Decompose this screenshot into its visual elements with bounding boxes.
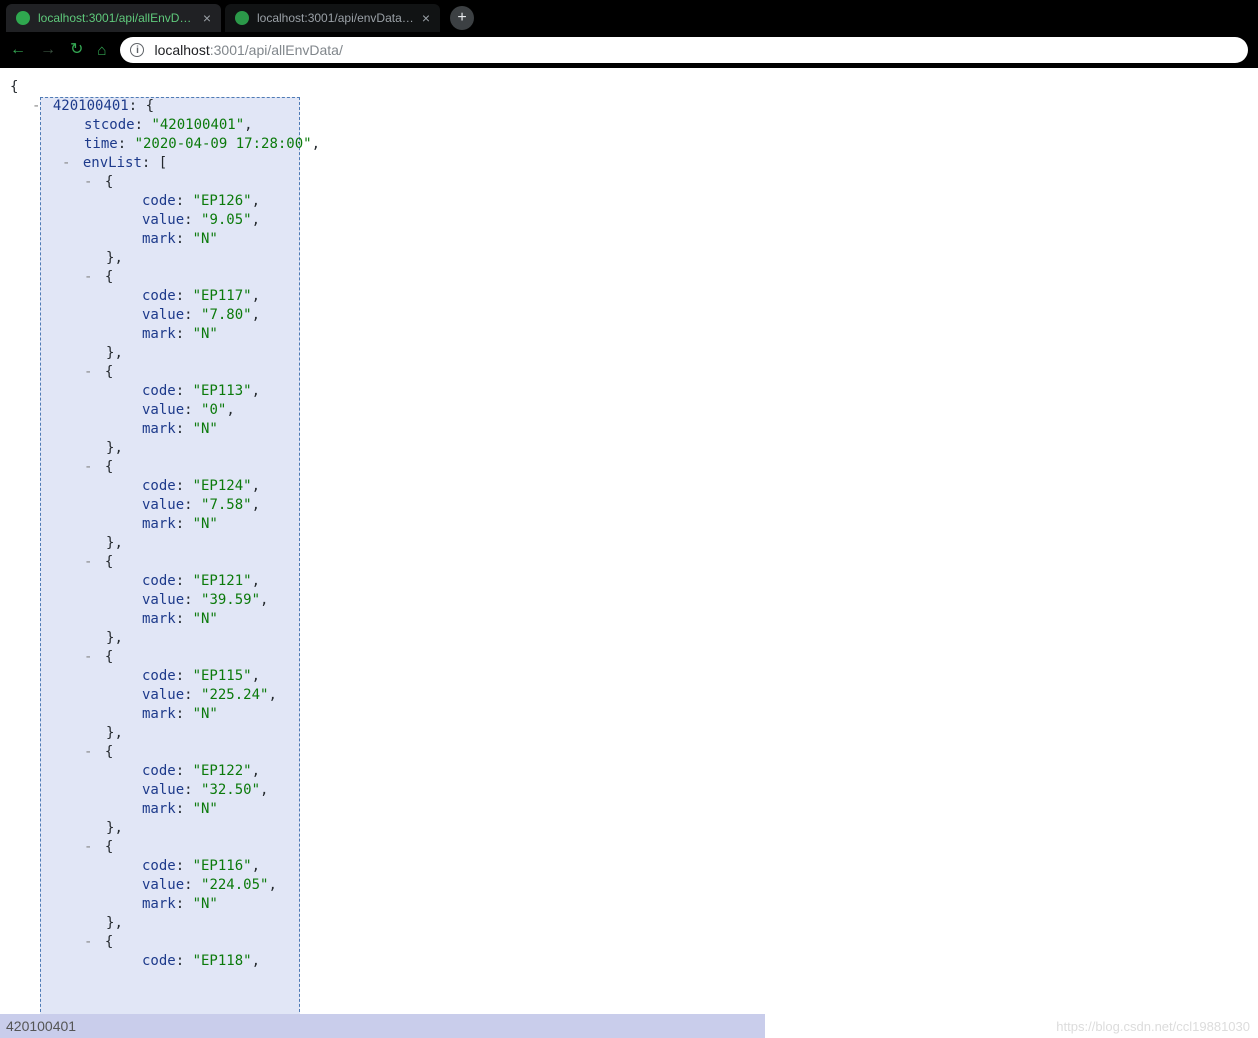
watermark: https://blog.csdn.net/ccl19881030 (1056, 1019, 1250, 1034)
collapse-icon[interactable]: - (62, 155, 70, 171)
collapse-icon[interactable]: - (84, 364, 92, 380)
json-object-key[interactable]: - 420100401: { (10, 97, 1258, 116)
tab-title: localhost:3001/api/envData/4… (257, 11, 414, 25)
json-property: code: "EP121", (10, 572, 1258, 591)
back-button[interactable]: ← (10, 42, 26, 58)
site-info-icon[interactable]: i (130, 43, 144, 57)
json-property: mark: "N" (10, 230, 1258, 249)
json-property: time: "2020-04-09 17:28:00", (10, 135, 1258, 154)
close-icon[interactable]: × (422, 11, 430, 25)
collapse-icon[interactable]: - (84, 649, 92, 665)
json-array-key[interactable]: - envList: [ (10, 154, 1258, 173)
json-brace-close: }, (10, 724, 1258, 743)
json-property: value: "7.80", (10, 306, 1258, 325)
json-property: code: "EP115", (10, 667, 1258, 686)
json-array-item[interactable]: - { (10, 553, 1258, 572)
json-brace-close: }, (10, 249, 1258, 268)
collapse-icon[interactable]: - (84, 839, 92, 855)
json-brace-close: }, (10, 629, 1258, 648)
url-host: localhost (154, 42, 209, 58)
globe-icon (16, 11, 30, 25)
tab-active[interactable]: localhost:3001/api/allEnvData/ × (6, 4, 221, 32)
json-array-item[interactable]: - { (10, 458, 1258, 477)
json-property: mark: "N" (10, 515, 1258, 534)
url-path: /api/allEnvData/ (245, 42, 343, 58)
tab-title: localhost:3001/api/allEnvData/ (38, 11, 195, 25)
json-brace-open: { (10, 78, 1258, 97)
json-property: value: "7.58", (10, 496, 1258, 515)
reload-button[interactable]: ↻ (70, 42, 83, 58)
json-property: code: "EP117", (10, 287, 1258, 306)
json-brace-close: }, (10, 534, 1258, 553)
json-property: code: "EP113", (10, 382, 1258, 401)
json-array-item[interactable]: - { (10, 933, 1258, 952)
browser-tabstrip: localhost:3001/api/allEnvData/ × localho… (0, 0, 1258, 32)
collapse-icon[interactable]: - (84, 554, 92, 570)
globe-icon (235, 11, 249, 25)
json-property: mark: "N" (10, 325, 1258, 344)
json-property: mark: "N" (10, 610, 1258, 629)
json-property: value: "225.24", (10, 686, 1258, 705)
json-property: stcode: "420100401", (10, 116, 1258, 135)
json-property: mark: "N" (10, 800, 1258, 819)
tab-inactive[interactable]: localhost:3001/api/envData/4… × (225, 4, 440, 32)
json-property: value: "9.05", (10, 211, 1258, 230)
forward-button[interactable]: → (40, 42, 56, 58)
json-viewer: { - 420100401: { stcode: "420100401", ti… (0, 68, 1258, 971)
collapse-icon[interactable]: - (84, 269, 92, 285)
json-property: mark: "N" (10, 420, 1258, 439)
json-property: mark: "N" (10, 895, 1258, 914)
json-property: value: "0", (10, 401, 1258, 420)
json-property: value: "224.05", (10, 876, 1258, 895)
collapse-icon[interactable]: - (84, 459, 92, 475)
collapse-icon[interactable]: - (84, 744, 92, 760)
json-brace-close: }, (10, 439, 1258, 458)
collapse-icon[interactable]: - (32, 98, 40, 114)
json-property: code: "EP126", (10, 192, 1258, 211)
json-property: value: "32.50", (10, 781, 1258, 800)
json-brace-close: }, (10, 819, 1258, 838)
json-brace-close: }, (10, 914, 1258, 933)
home-button[interactable]: ⌂ (97, 42, 106, 59)
json-property: code: "EP116", (10, 857, 1258, 876)
json-property: value: "39.59", (10, 591, 1258, 610)
json-property: code: "EP122", (10, 762, 1258, 781)
json-array-item[interactable]: - { (10, 363, 1258, 382)
status-bar: 420100401 (0, 1014, 765, 1038)
new-tab-button[interactable]: + (450, 6, 474, 30)
json-array-item[interactable]: - { (10, 648, 1258, 667)
json-property: code: "EP124", (10, 477, 1258, 496)
address-bar[interactable]: i localhost:3001/api/allEnvData/ (120, 37, 1248, 63)
browser-toolbar: ← → ↻ ⌂ i localhost:3001/api/allEnvData/ (0, 32, 1258, 68)
json-array-item[interactable]: - { (10, 173, 1258, 192)
collapse-icon[interactable]: - (84, 174, 92, 190)
json-brace-close: }, (10, 344, 1258, 363)
json-property: code: "EP118", (10, 952, 1258, 971)
collapse-icon[interactable]: - (84, 934, 92, 950)
url-port: :3001 (210, 42, 245, 58)
json-array-item[interactable]: - { (10, 268, 1258, 287)
json-array-item[interactable]: - { (10, 838, 1258, 857)
close-icon[interactable]: × (203, 11, 211, 25)
json-property: mark: "N" (10, 705, 1258, 724)
json-array-item[interactable]: - { (10, 743, 1258, 762)
